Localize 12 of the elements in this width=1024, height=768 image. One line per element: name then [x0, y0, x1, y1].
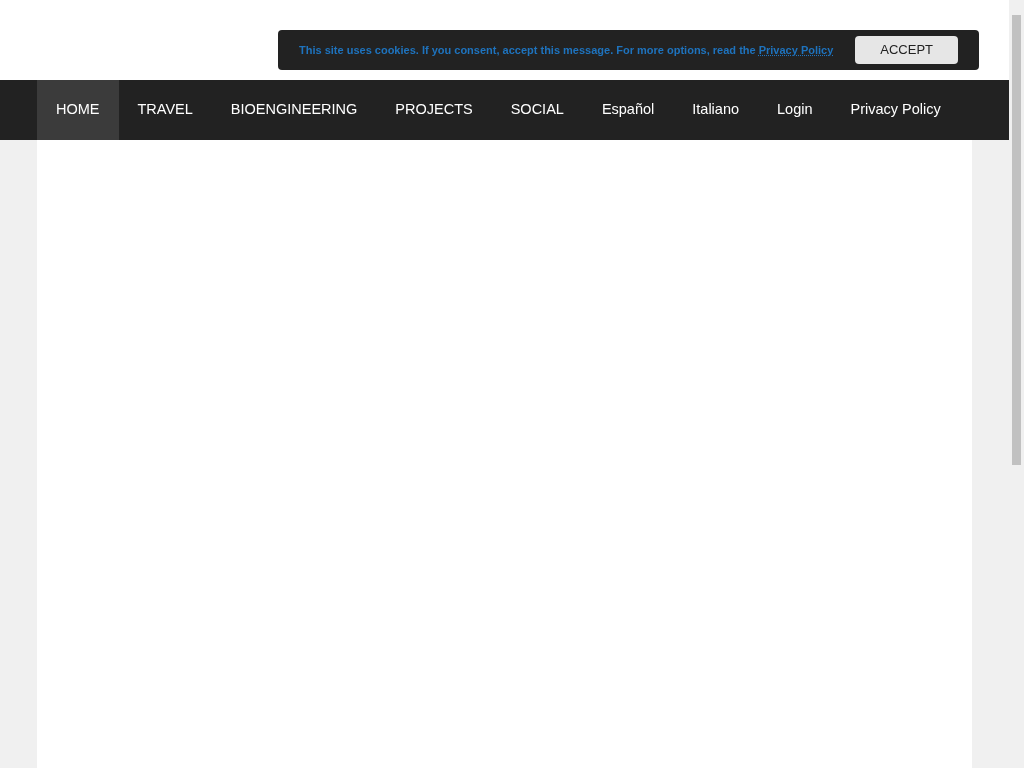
nav-tab[interactable]: HOME [37, 80, 119, 140]
nav-tab[interactable]: TRAVEL [118, 80, 212, 140]
nav-tab[interactable]: Español [582, 80, 674, 140]
nav-tab[interactable]: Italiano [673, 80, 759, 140]
nav-tab[interactable]: BIOENGINEERING [211, 80, 377, 140]
nav-tab[interactable]: PROJECTS [376, 80, 492, 140]
scrollbar-thumb[interactable] [1012, 15, 1021, 465]
nav-tab[interactable]: SOCIAL [491, 80, 583, 140]
nav-tab[interactable]: Login [758, 80, 832, 140]
cookie-message: This site uses cookies. If you consent, accept this message. For more options, read the Privacy Policy [299, 42, 835, 58]
accept-button[interactable]: ACCEPT [855, 36, 958, 64]
nav-tab[interactable]: Privacy Policy [831, 80, 960, 140]
